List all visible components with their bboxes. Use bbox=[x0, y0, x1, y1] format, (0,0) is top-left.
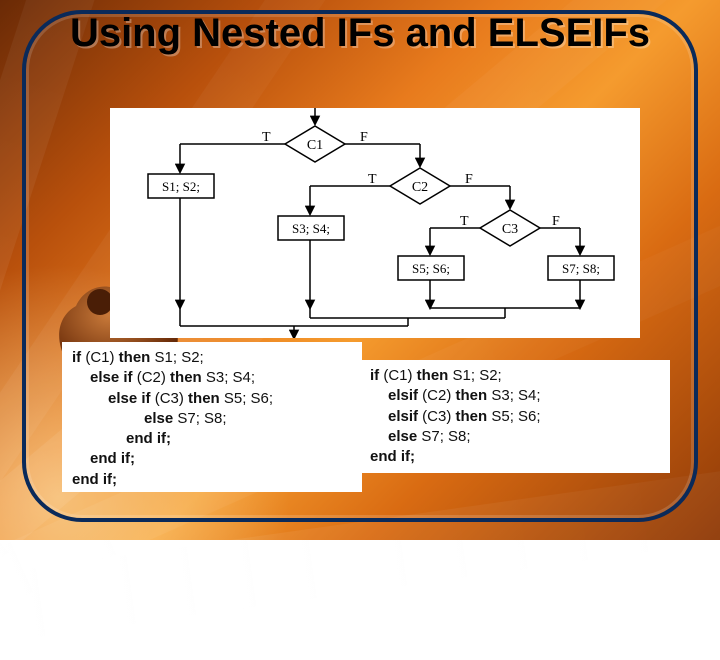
decision-c3-label: C3 bbox=[502, 222, 518, 237]
code-line: else if (C2) then S3; S4; bbox=[72, 368, 352, 388]
code-line: end if; bbox=[72, 449, 352, 469]
edge-label-true: T bbox=[368, 172, 377, 187]
process-s56-label: S5; S6; bbox=[412, 261, 450, 276]
decision-c1-label: C1 bbox=[307, 138, 323, 153]
code-line: end if; bbox=[72, 429, 352, 449]
code-line: end if; bbox=[370, 447, 660, 467]
edge-label-false: F bbox=[360, 130, 368, 145]
code-line: else if (C3) then S5; S6; bbox=[72, 389, 352, 409]
code-line: else S7; S8; bbox=[370, 427, 660, 447]
process-s12-label: S1; S2; bbox=[162, 179, 200, 194]
code-line: if (C1) then S1; S2; bbox=[72, 348, 352, 368]
edge-label-false: F bbox=[552, 214, 560, 229]
process-s34-label: S3; S4; bbox=[292, 221, 330, 236]
decision-c2-label: C2 bbox=[412, 180, 428, 195]
code-nested-if: if (C1) then S1; S2; else if (C2) then S… bbox=[62, 342, 362, 492]
code-line: elsif (C3) then S5; S6; bbox=[370, 407, 660, 427]
edge-label-true: T bbox=[460, 214, 469, 229]
edge-label-false: F bbox=[465, 172, 473, 187]
code-line: else S7; S8; bbox=[72, 409, 352, 429]
slide-title: Using Nested IFs and ELSEIFs bbox=[0, 12, 720, 54]
edge-label-true: T bbox=[262, 130, 271, 145]
flowchart-panel: C1 T S1; S2; F C2 T S3; S4; F C3 T S5; S… bbox=[110, 108, 640, 338]
code-line: if (C1) then S1; S2; bbox=[370, 366, 660, 386]
flowchart-svg: C1 T S1; S2; F C2 T S3; S4; F C3 T S5; S… bbox=[110, 108, 640, 338]
code-line: end if; bbox=[72, 470, 352, 490]
code-elsif: if (C1) then S1; S2; elsif (C2) then S3;… bbox=[360, 360, 670, 473]
code-line: elsif (C2) then S3; S4; bbox=[370, 386, 660, 406]
process-s78-label: S7; S8; bbox=[562, 261, 600, 276]
